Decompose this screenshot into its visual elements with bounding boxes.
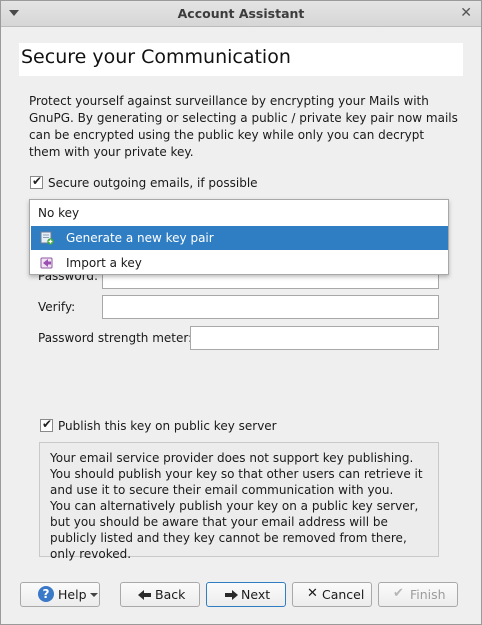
dropdown-option-generate[interactable]: Generate a new key pair <box>31 226 448 250</box>
key-import-icon <box>40 257 53 269</box>
secure-outgoing-checkbox[interactable]: ✔ <box>30 174 43 189</box>
intro-text: Protect yourself against surveillance by… <box>29 94 458 159</box>
heading-box: Secure your Communication <box>19 43 463 76</box>
cancel-button-label: Cancel <box>322 587 365 602</box>
import-key-label: Import a key <box>66 256 142 270</box>
cancel-button[interactable]: ✕ Cancel <box>292 582 372 607</box>
back-button-label: Back <box>155 587 186 602</box>
close-icon[interactable]: ✕ <box>460 5 472 21</box>
publish-key-checkbox[interactable]: ✔ <box>40 417 53 432</box>
finish-check-icon: ✔ <box>393 586 404 601</box>
key-add-icon <box>40 231 54 245</box>
help-button-label: Help <box>58 587 87 602</box>
next-button-label: Next <box>241 587 271 602</box>
page-title: Secure your Communication <box>21 46 291 68</box>
next-button[interactable]: Next <box>206 582 286 607</box>
password-strength-label: Password strength meter: <box>38 331 193 345</box>
finish-button[interactable]: ✔ Finish <box>378 582 458 607</box>
dropdown-option-no-key[interactable]: No key <box>38 206 79 220</box>
password-strength-meter <box>190 326 439 350</box>
checkmark-icon: ✔ <box>42 417 53 431</box>
help-button[interactable]: ? Help <box>20 582 100 607</box>
title-bar: Account Assistant ✕ <box>1 1 481 27</box>
chevron-down-icon[interactable] <box>90 593 98 597</box>
secure-outgoing-label[interactable]: Secure outgoing emails, if possible <box>48 176 258 190</box>
arrow-left-icon <box>138 590 151 600</box>
account-assistant-window: Account Assistant ✕ Secure your Communic… <box>0 0 482 625</box>
verify-label: Verify: <box>38 300 76 314</box>
generate-key-label: Generate a new key pair <box>66 231 214 245</box>
window-title: Account Assistant <box>177 6 305 21</box>
back-button[interactable]: Back <box>120 582 200 607</box>
arrow-right-icon <box>225 590 238 600</box>
verify-field[interactable] <box>102 295 439 319</box>
key-publishing-notice: Your email service provider does not sup… <box>39 442 439 561</box>
notice-text: Your email service provider does not sup… <box>50 451 423 561</box>
key-selection-dropdown[interactable]: No key Generate a new key pair Import a … <box>29 199 449 275</box>
finish-button-label: Finish <box>410 587 446 602</box>
dropdown-option-import[interactable]: Import a key <box>31 251 448 275</box>
publish-key-label[interactable]: Publish this key on public key server <box>58 419 277 433</box>
cancel-icon: ✕ <box>307 586 318 601</box>
checkmark-icon: ✔ <box>32 174 43 188</box>
help-icon: ? <box>38 586 54 602</box>
